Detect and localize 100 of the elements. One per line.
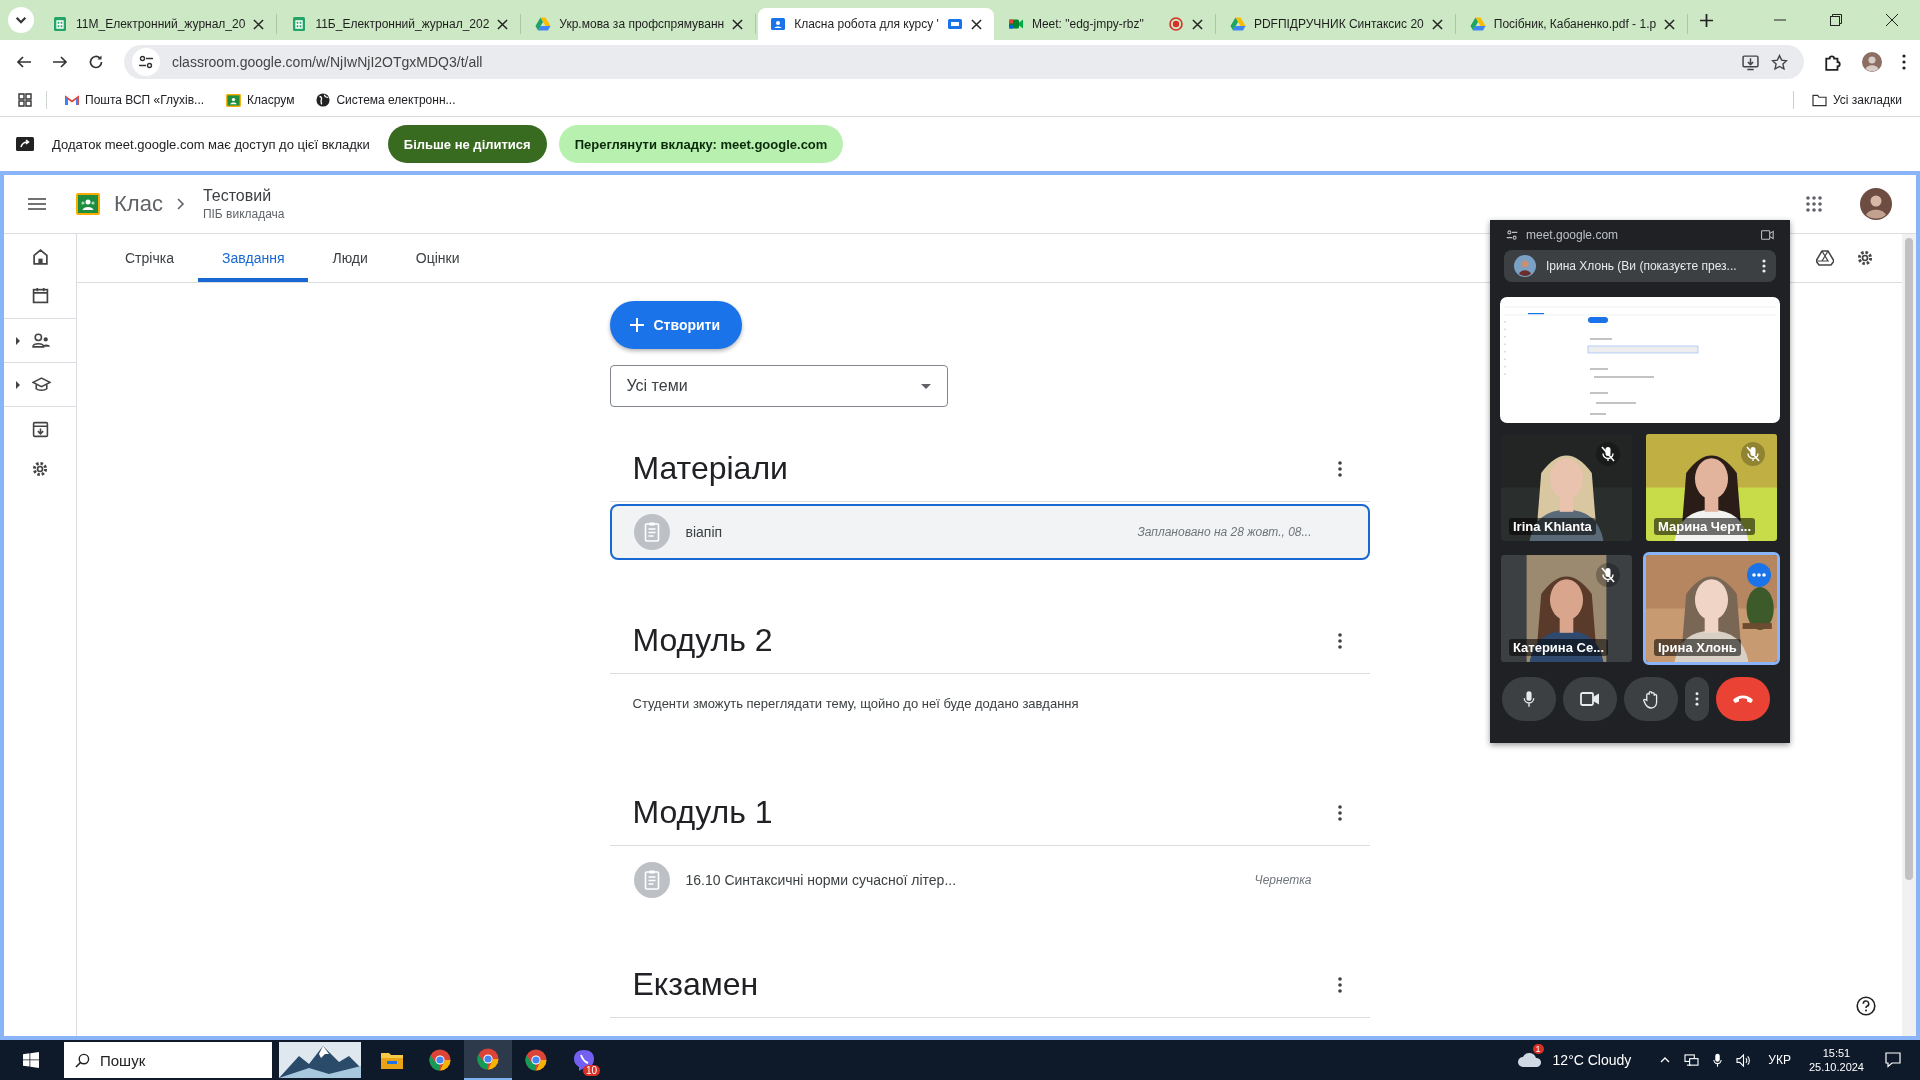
page-tab[interactable]: Оцінки: [391, 234, 484, 282]
camera-button[interactable]: [1563, 677, 1617, 721]
spreadsheet-icon: [52, 16, 68, 32]
close-icon[interactable]: [970, 18, 982, 30]
video-tile[interactable]: Марина Черт...: [1643, 431, 1780, 544]
bookmark[interactable]: Пошта ВСП «Глухів...: [61, 93, 209, 107]
new-tab-icon[interactable]: [1700, 13, 1714, 27]
settings-icon[interactable]: [1856, 249, 1874, 267]
presenter-bar[interactable]: Ірина Хлонь (Ви (показуєте през...: [1504, 250, 1776, 282]
cloud-icon[interactable]: [1516, 1052, 1543, 1068]
browser-tab[interactable]: Класна робота для курсу ': [758, 8, 994, 40]
speaker-icon[interactable]: [1736, 1053, 1752, 1067]
site-settings-icon[interactable]: [132, 48, 160, 76]
clock[interactable]: 15:51 25.10.2024: [1808, 1047, 1864, 1073]
network-icon[interactable]: [1684, 1053, 1700, 1067]
bookmark[interactable]: Класрум: [222, 93, 299, 107]
tab-search-icon[interactable]: [8, 7, 34, 33]
more-options-icon[interactable]: [1337, 976, 1342, 993]
app-name[interactable]: Клас: [114, 191, 163, 217]
input-language[interactable]: УКР: [1768, 1053, 1791, 1067]
more-options-button[interactable]: [1685, 677, 1709, 721]
browser-tab[interactable]: Meet: "edg-jmpy-rbz": [995, 14, 1216, 34]
browser-tab[interactable]: Укр.мова за профспрямуванн: [523, 14, 757, 34]
all-bookmarks-button[interactable]: Усі закладки: [1808, 93, 1906, 107]
create-button[interactable]: Створити: [609, 301, 743, 349]
address-bar[interactable]: classroom.google.com/w/NjIwNjI2OTgxMDQ3/t/all: [124, 45, 1804, 79]
more-options-icon[interactable]: [1337, 460, 1342, 477]
close-icon[interactable]: [497, 18, 509, 30]
close-icon[interactable]: [732, 18, 744, 30]
material-item[interactable]: 16.10 Синтаксичні норми сучасної літер... Чернетка: [609, 852, 1370, 908]
video-camera-icon[interactable]: [1761, 230, 1774, 240]
video-tile[interactable]: Катерина Се...: [1498, 552, 1635, 665]
assignment-icon: [633, 514, 670, 550]
microphone-icon[interactable]: [1713, 1052, 1723, 1068]
apps-grid-icon[interactable]: [1806, 196, 1822, 212]
expand-arrow-icon[interactable]: [15, 336, 20, 345]
install-app-icon[interactable]: [1742, 53, 1759, 71]
forward-icon[interactable]: [52, 54, 68, 70]
close-icon[interactable]: [1664, 18, 1676, 30]
reload-icon[interactable]: [88, 54, 104, 70]
apps-grid-icon[interactable]: [18, 93, 32, 107]
mail-icon: [65, 94, 79, 106]
page-tab[interactable]: Завдання: [197, 234, 309, 282]
microphone-button[interactable]: [1502, 677, 1556, 721]
browser-tab[interactable]: 11М_Електронний_журнал_20: [40, 14, 278, 34]
browser-tab[interactable]: PDFПІДРУЧНИК Синтаксис 20: [1217, 14, 1456, 34]
page-tab[interactable]: Люди: [308, 234, 392, 282]
bookmark[interactable]: Система електронн...: [312, 93, 460, 107]
notification-count: 10: [582, 1065, 600, 1076]
end-call-button[interactable]: [1716, 677, 1770, 721]
profile-avatar[interactable]: [1860, 188, 1892, 220]
back-icon[interactable]: [16, 54, 32, 70]
menu-icon[interactable]: [1902, 54, 1906, 70]
chevron-up-icon[interactable]: [1660, 1057, 1671, 1063]
more-options-icon[interactable]: [1337, 632, 1342, 649]
screen-share-icon: [16, 137, 34, 151]
drive-icon[interactable]: [1816, 250, 1834, 266]
stop-sharing-button[interactable]: Більше не ділитися: [387, 125, 547, 163]
settings-icon[interactable]: [31, 460, 49, 478]
star-icon[interactable]: [1771, 53, 1788, 71]
chevron-right-icon: [176, 198, 185, 210]
site-settings-icon[interactable]: [1506, 229, 1518, 241]
scrollbar-thumb[interactable]: [1905, 238, 1913, 880]
browser-tab[interactable]: 11Б_Електронний_журнал_202: [279, 14, 522, 34]
drive-icon: [1229, 16, 1246, 32]
video-tile[interactable]: Ірина Хлонь: [1643, 552, 1780, 665]
material-item[interactable]: віапіп Заплановано на 28 жовт., 08...: [609, 504, 1370, 560]
restore-icon[interactable]: [1830, 14, 1842, 26]
start-icon[interactable]: [23, 1052, 39, 1068]
close-icon[interactable]: [1431, 18, 1443, 30]
expand-arrow-icon[interactable]: [15, 380, 20, 389]
people-icon[interactable]: [31, 333, 51, 348]
topic-title: Екзамен: [632, 966, 759, 1003]
weather-text[interactable]: 12°C Cloudy: [1552, 1052, 1632, 1068]
video-tile[interactable]: Irina Khlanta: [1498, 431, 1635, 544]
participant-name: Катерина Се...: [1509, 639, 1608, 656]
more-options-icon[interactable]: [1762, 259, 1766, 273]
search-field[interactable]: Пошук: [64, 1042, 272, 1078]
more-options-icon[interactable]: [1337, 804, 1342, 821]
classroom-icon: [226, 93, 242, 107]
archive-icon[interactable]: [31, 421, 49, 438]
close-icon[interactable]: [1886, 14, 1898, 26]
taskbar-app[interactable]: [464, 1040, 512, 1080]
browser-tab[interactable]: Посібник, Кабаненко.pdf - 1.p: [1457, 14, 1689, 34]
close-icon[interactable]: [1191, 18, 1203, 30]
profile-avatar[interactable]: [1862, 52, 1882, 72]
raise-hand-button[interactable]: [1624, 677, 1678, 721]
home-icon[interactable]: [31, 248, 49, 265]
taskbar-app[interactable]: 10: [560, 1040, 608, 1080]
class-name[interactable]: Тестовий: [202, 187, 285, 205]
page-tab[interactable]: Стрічка: [101, 234, 198, 282]
topic-dropdown[interactable]: Усі теми: [609, 365, 948, 407]
close-icon[interactable]: [253, 18, 265, 30]
puzzle-piece-icon[interactable]: [1824, 53, 1842, 71]
classroom-logo-icon[interactable]: [76, 193, 100, 215]
notifications-icon[interactable]: [1885, 1052, 1901, 1068]
calendar-icon[interactable]: [31, 287, 49, 304]
help-icon[interactable]: [1856, 996, 1876, 1016]
graduation-cap-icon[interactable]: [31, 377, 51, 392]
view-tab-button[interactable]: Переглянути вкладку: meet.google.com: [558, 125, 844, 163]
